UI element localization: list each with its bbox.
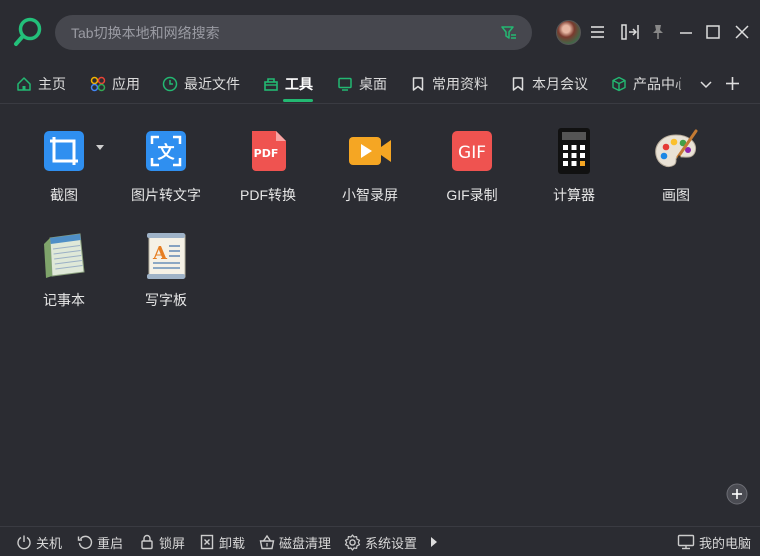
paint-icon <box>655 129 698 168</box>
tab-label: 常用资料 <box>432 76 488 92</box>
tab-label: 产品中心 <box>633 76 681 92</box>
shutdown-label: 关机 <box>36 535 63 551</box>
disk-clean-label: 磁盘清理 <box>279 535 332 551</box>
bookmark-icon <box>412 77 424 91</box>
tab-home[interactable]: 主页 <box>16 64 66 104</box>
cube-icon <box>612 76 626 92</box>
top-bar <box>0 0 760 64</box>
tab-label: 工具 <box>285 76 313 92</box>
tool-label: GIF录制 <box>446 187 498 203</box>
clock-icon <box>162 76 178 92</box>
lock-label: 锁屏 <box>159 535 186 551</box>
screen-record-icon <box>349 137 391 165</box>
pdf-icon: PDF <box>252 131 286 171</box>
restart-button[interactable]: 重启 <box>77 527 123 556</box>
settings-label: 系统设置 <box>365 535 418 551</box>
bookmark-icon <box>512 77 524 91</box>
wordpad-badge: A <box>152 243 168 264</box>
tool-paint[interactable]: 画图 <box>626 127 726 205</box>
monitor-icon <box>338 77 352 91</box>
tool-gif-record[interactable]: GIF GIF录制 <box>422 127 522 205</box>
screenshot-dropdown-icon[interactable] <box>96 145 104 151</box>
menu-icon[interactable] <box>588 22 608 42</box>
shutdown-button[interactable]: 关机 <box>16 527 62 556</box>
restart-label: 重启 <box>97 535 124 551</box>
disk-clean-button[interactable]: 磁盘清理 <box>259 527 331 556</box>
pdf-badge: PDF <box>254 147 279 160</box>
tool-wordpad[interactable]: A 写字板 <box>116 232 216 310</box>
tool-ocr[interactable]: 文 图片转文字 <box>116 127 216 205</box>
tool-label: 图片转文字 <box>131 187 201 203</box>
svg-text:文: 文 <box>158 142 176 163</box>
my-computer-button[interactable]: 我的电脑 <box>677 527 751 556</box>
search-logo-icon[interactable] <box>12 16 44 48</box>
chevron-down-icon[interactable] <box>698 76 714 92</box>
tab-label: 本月会议 <box>532 76 588 92</box>
tool-label: 截图 <box>50 187 78 203</box>
my-computer-label: 我的电脑 <box>699 535 752 551</box>
tab-label: 应用 <box>112 76 140 92</box>
tool-screenshot[interactable]: 截图 <box>14 127 114 205</box>
add-tool-icon[interactable] <box>726 483 748 505</box>
tab-common-files[interactable]: 常用资料 <box>410 64 488 104</box>
tab-label: 最近文件 <box>184 76 240 92</box>
wordpad-icon: A <box>147 233 186 279</box>
gear-icon <box>344 533 361 551</box>
apps-icon <box>90 76 106 92</box>
tab-product-center[interactable]: 产品中心 <box>611 64 681 104</box>
tool-label: 写字板 <box>145 292 187 308</box>
tool-label: 小智录屏 <box>342 187 398 203</box>
tab-desktop[interactable]: 桌面 <box>337 64 387 104</box>
minimize-icon[interactable] <box>676 22 696 42</box>
tab-recent-files[interactable]: 最近文件 <box>162 64 240 104</box>
gif-icon: GIF <box>452 131 492 171</box>
add-tab-icon[interactable] <box>724 75 741 92</box>
computer-icon <box>677 534 695 550</box>
tab-label: 桌面 <box>359 76 387 92</box>
filter-icon[interactable] <box>500 24 518 42</box>
pin-icon[interactable] <box>648 22 668 42</box>
tab-label: 主页 <box>38 76 66 92</box>
tool-pdf-convert[interactable]: PDF PDF转换 <box>218 127 318 205</box>
avatar[interactable] <box>556 20 581 45</box>
tool-notepad[interactable]: 记事本 <box>14 232 114 310</box>
tool-label: 画图 <box>662 187 690 203</box>
uninstall-icon <box>200 534 214 550</box>
expand-right-icon[interactable] <box>430 537 438 547</box>
tab-apps[interactable]: 应用 <box>90 64 140 104</box>
tool-label: 计算器 <box>553 187 595 203</box>
uninstall-label: 卸载 <box>219 535 246 551</box>
tab-bar: 主页 应用 最近文件 工具 桌面 常用资料 本月会议 产品中 <box>0 64 760 104</box>
basket-icon <box>259 534 275 550</box>
notepad-icon <box>44 233 85 278</box>
home-icon <box>17 77 31 91</box>
collapse-panel-icon[interactable] <box>620 22 640 42</box>
tab-tools[interactable]: 工具 <box>263 64 313 104</box>
lock-icon <box>141 534 153 550</box>
search-input[interactable] <box>71 24 491 41</box>
tool-screen-record[interactable]: 小智录屏 <box>320 127 420 205</box>
lock-screen-button[interactable]: 锁屏 <box>139 527 185 556</box>
tool-label: PDF转换 <box>240 187 296 203</box>
tab-monthly-meetings[interactable]: 本月会议 <box>510 64 588 104</box>
close-icon[interactable] <box>732 22 752 42</box>
power-icon <box>17 535 31 550</box>
system-settings-button[interactable]: 系统设置 <box>344 527 417 556</box>
footer-bar: 关机 重启 锁屏 卸载 磁盘清理 系统设置 我的电脑 <box>0 526 760 556</box>
ocr-icon: 文 <box>146 131 186 171</box>
gif-badge: GIF <box>458 143 486 163</box>
toolbox-icon <box>264 78 278 91</box>
calculator-icon <box>558 128 590 174</box>
restart-icon <box>77 535 93 549</box>
maximize-icon[interactable] <box>703 22 723 42</box>
tool-label: 记事本 <box>43 292 85 308</box>
tool-calculator[interactable]: 计算器 <box>524 127 624 205</box>
search-box[interactable] <box>55 15 532 50</box>
screenshot-icon <box>44 131 84 171</box>
uninstall-button[interactable]: 卸载 <box>199 527 245 556</box>
